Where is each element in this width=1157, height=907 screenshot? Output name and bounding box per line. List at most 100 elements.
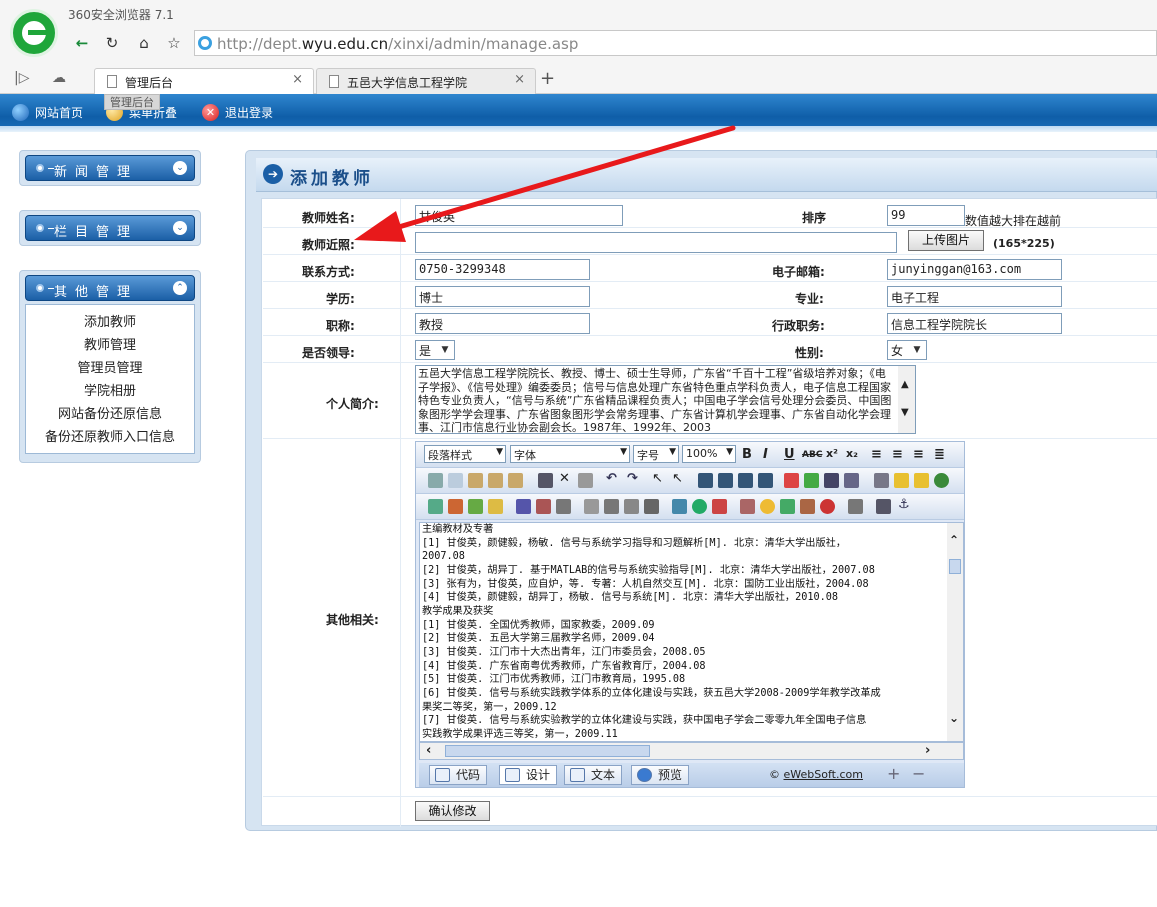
back-icon[interactable]: ← — [72, 32, 92, 54]
sidebar-toggle-icon[interactable]: |▷ — [14, 70, 29, 86]
upload-image-button[interactable]: 上传图片 — [908, 230, 984, 251]
paste-word-icon[interactable] — [508, 473, 523, 488]
clear-format-icon[interactable] — [844, 473, 859, 488]
page-properties-icon[interactable] — [874, 473, 889, 488]
superscript-button[interactable]: x² — [826, 447, 838, 460]
editor-content-area[interactable]: 主编教材及专著 [1] 甘俊英，颜健毅，杨敏. 信号与系统学习指导和习题解析[M… — [419, 522, 964, 742]
insert-excel-icon[interactable] — [780, 499, 795, 514]
layer-icon[interactable] — [914, 473, 929, 488]
background-color-icon[interactable] — [824, 473, 839, 488]
insert-emoticon-icon[interactable] — [760, 499, 775, 514]
insert-flash-icon[interactable] — [448, 499, 463, 514]
sidebar-item-teacher-management[interactable]: 教师管理 — [26, 334, 194, 357]
scroll-up-icon[interactable]: ⌃ — [949, 533, 959, 547]
expand-icon[interactable]: ⌄ — [173, 221, 187, 235]
sidebar-header-other[interactable]: 其他管理 ⌃ — [25, 275, 195, 301]
highlight-icon[interactable] — [804, 473, 819, 488]
home-link[interactable]: 网站首页 — [12, 104, 83, 124]
delete-icon[interactable]: ✕ — [559, 471, 570, 486]
copyright-link[interactable]: eWebSoft.com — [784, 768, 863, 781]
logout-link[interactable]: ✕ 退出登录 — [202, 104, 273, 124]
tab-admin[interactable]: 管理后台 × — [94, 68, 314, 95]
mode-preview-button[interactable]: 预览 — [631, 765, 690, 785]
confirm-submit-button[interactable]: 确认修改 — [415, 801, 490, 821]
scroll-down-icon[interactable]: ▼ — [901, 406, 909, 420]
home-icon[interactable]: ⌂ — [134, 32, 154, 54]
mode-text-button[interactable]: 文本 — [564, 765, 623, 785]
editor-vertical-scrollbar[interactable]: ⌃ ⌄ — [947, 523, 963, 741]
email-field[interactable]: junyinggan@163.com — [887, 259, 1062, 280]
editor-horizontal-scrollbar[interactable]: ‹ › — [419, 742, 964, 760]
insert-image-icon[interactable] — [428, 499, 443, 514]
insert-web-icon[interactable] — [672, 499, 687, 514]
title-field[interactable]: 教授 — [415, 313, 590, 334]
indent-icon[interactable] — [738, 473, 753, 488]
insert-file-icon[interactable] — [488, 499, 503, 514]
order-field[interactable]: 99 — [887, 205, 965, 226]
select-icon[interactable]: ↖ — [652, 471, 663, 486]
insert-marquee-icon[interactable] — [644, 499, 659, 514]
insert-hr-icon[interactable] — [624, 499, 639, 514]
sidebar-item-site-backup[interactable]: 网站备份还原信息 — [26, 403, 194, 426]
sidebar-item-teacher-entry-backup[interactable]: 备份还原教师入口信息 — [26, 426, 194, 449]
zoom-in-icon[interactable]: + — [887, 764, 900, 783]
insert-special-char-icon[interactable] — [740, 499, 755, 514]
zoom-select[interactable]: 100% ▼ — [682, 445, 736, 463]
favorite-star-icon[interactable]: ☆ — [164, 32, 184, 54]
insert-email-icon[interactable] — [712, 499, 727, 514]
copy-icon[interactable] — [448, 473, 463, 488]
sidebar-header-columns[interactable]: 栏目管理 ⌄ — [25, 215, 195, 241]
insert-link-globe-icon[interactable] — [934, 473, 949, 488]
font-select[interactable]: 字体 ▼ — [510, 445, 630, 463]
contact-field[interactable]: 0750-3299348 — [415, 259, 590, 280]
scroll-thumb[interactable] — [949, 559, 961, 574]
undo-icon[interactable]: ↶ — [606, 471, 617, 486]
major-field[interactable]: 电子工程 — [887, 286, 1062, 307]
scroll-thumb[interactable] — [445, 745, 650, 757]
photo-path-field[interactable] — [415, 232, 897, 253]
close-tab-icon[interactable]: × — [292, 72, 303, 87]
leader-select[interactable]: 是 ▼ — [415, 340, 455, 360]
insert-globe-icon[interactable] — [692, 499, 707, 514]
name-field[interactable]: 甘俊英 — [415, 205, 623, 226]
insert-fieldset-icon[interactable] — [584, 499, 599, 514]
italic-button[interactable]: I — [763, 447, 768, 462]
absolute-position-icon[interactable]: ↖ — [672, 471, 683, 486]
gender-select[interactable]: 女 ▼ — [887, 340, 927, 360]
scroll-up-icon[interactable]: ▲ — [901, 378, 909, 392]
cut-icon[interactable] — [428, 473, 443, 488]
underline-button[interactable]: U — [784, 447, 795, 462]
subscript-button[interactable]: x₂ — [846, 447, 858, 460]
bullet-list-icon[interactable] — [718, 473, 733, 488]
position-field[interactable]: 信息工程学院院长 — [887, 313, 1062, 334]
insert-symbol-icon[interactable] — [820, 499, 835, 514]
zoom-out-icon[interactable]: − — [912, 764, 925, 783]
intro-scrollbar[interactable]: ▲ ▼ — [898, 366, 915, 433]
mode-code-button[interactable]: 代码 — [429, 765, 488, 785]
expand-icon[interactable]: ⌄ — [173, 161, 187, 175]
find-icon[interactable] — [538, 473, 553, 488]
sidebar-header-news[interactable]: 新闻管理 ⌄ — [25, 155, 195, 181]
insert-row-icon[interactable] — [536, 499, 551, 514]
align-justify-icon[interactable]: ≣ — [934, 447, 945, 462]
source-icon[interactable] — [848, 499, 863, 514]
new-tab-icon[interactable]: + — [540, 68, 555, 89]
insert-media-icon[interactable] — [468, 499, 483, 514]
insert-column-icon[interactable] — [556, 499, 571, 514]
align-center-icon[interactable]: ≡ — [892, 447, 903, 462]
bold-button[interactable]: B — [742, 447, 752, 462]
sidebar-item-admin-management[interactable]: 管理员管理 — [26, 357, 194, 380]
close-tab-icon[interactable]: × — [514, 72, 525, 87]
paragraph-style-select[interactable]: 段落样式 ▼ — [424, 445, 506, 463]
paste-text-icon[interactable] — [488, 473, 503, 488]
address-bar[interactable]: http://dept.wyu.edu.cn/xinxi/admin/manag… — [194, 30, 1157, 56]
insert-table-icon[interactable] — [516, 499, 531, 514]
cloud-icon[interactable]: ☁ — [52, 70, 66, 86]
insert-iframe-icon[interactable] — [604, 499, 619, 514]
sidebar-item-add-teacher[interactable]: 添加教师 — [26, 311, 194, 334]
numbered-list-icon[interactable] — [698, 473, 713, 488]
paste-icon[interactable] — [468, 473, 483, 488]
font-color-icon[interactable] — [784, 473, 799, 488]
scroll-left-icon[interactable]: ‹ — [426, 743, 431, 758]
redo-icon[interactable]: ↷ — [627, 471, 638, 486]
